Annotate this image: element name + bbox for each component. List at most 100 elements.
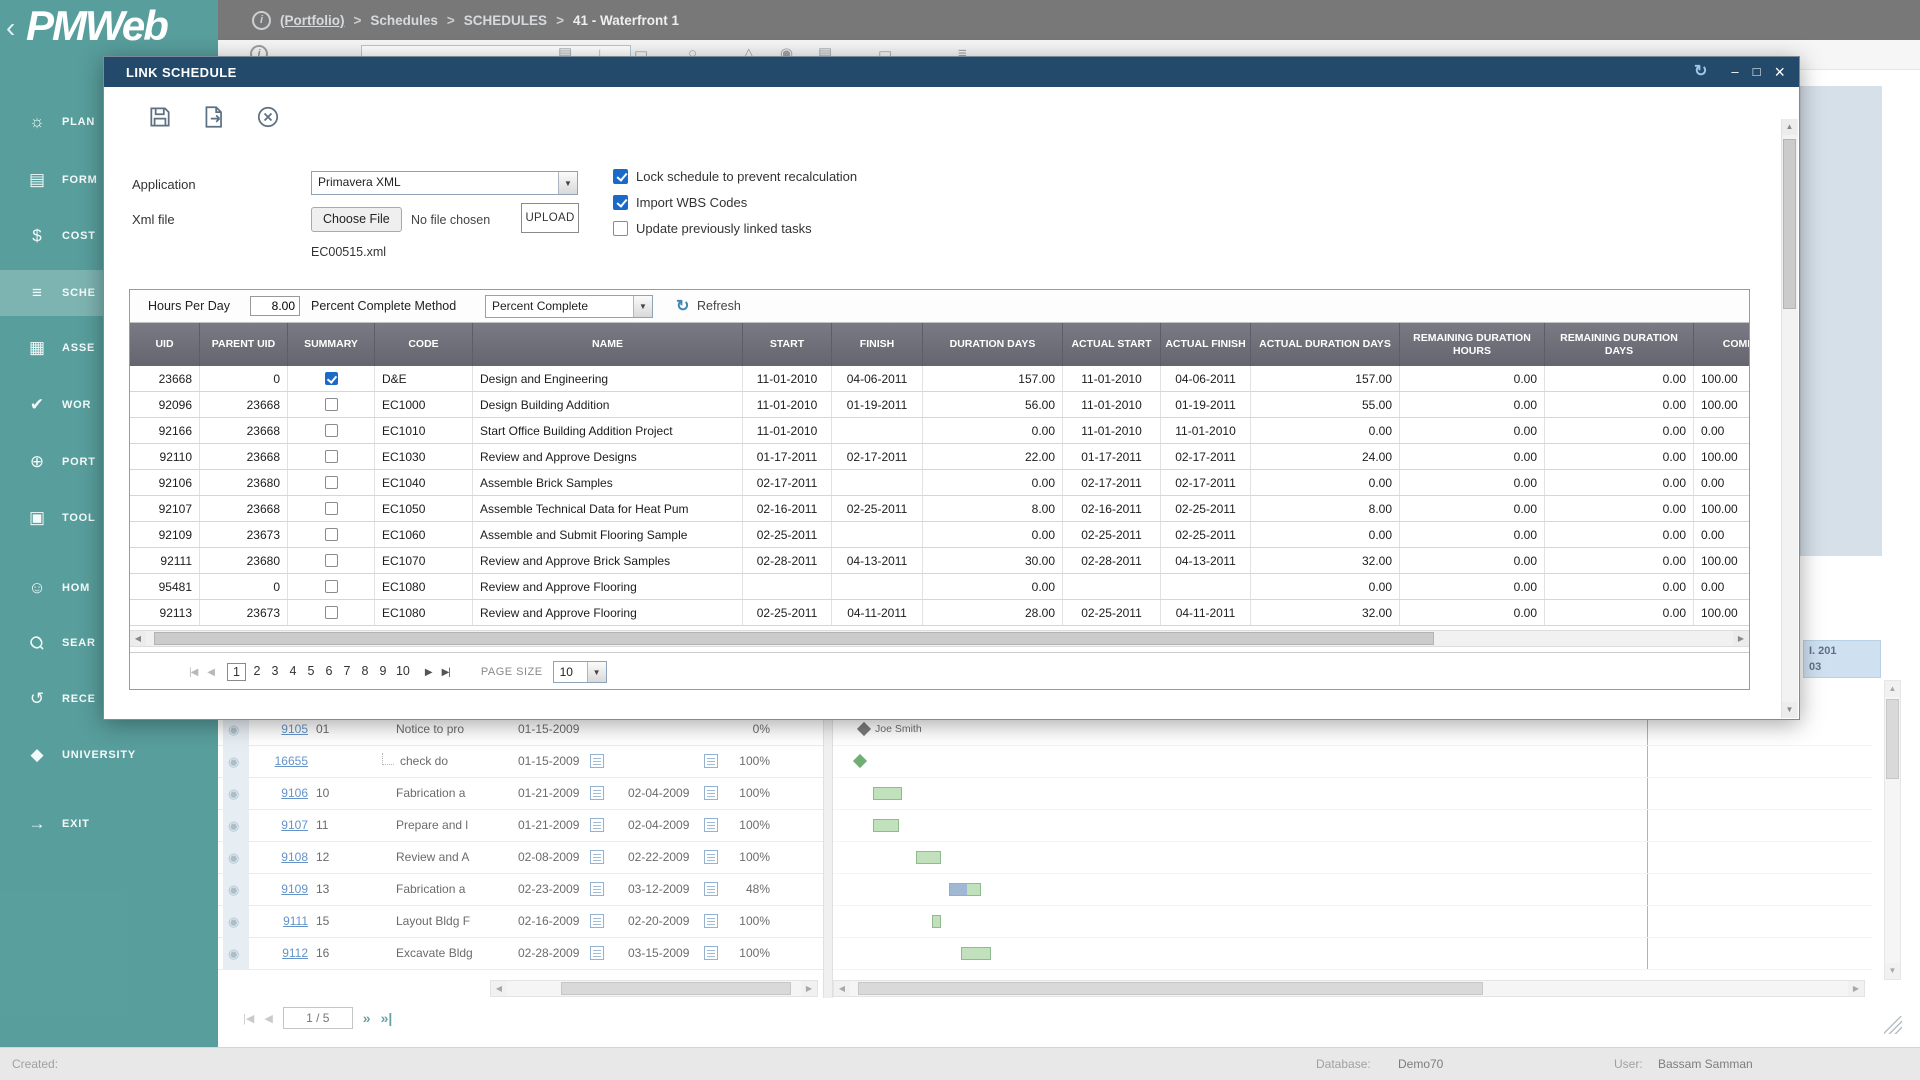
page-size-select[interactable]: 10 ▼ bbox=[553, 661, 607, 683]
application-select[interactable]: Primavera XML ▼ bbox=[311, 171, 578, 195]
page-button-3[interactable]: 3 bbox=[268, 663, 282, 681]
scrollbar-thumb[interactable] bbox=[1783, 139, 1796, 309]
cell-summary bbox=[288, 444, 375, 469]
table-row[interactable]: 9216623668EC1010Start Office Building Ad… bbox=[130, 418, 1750, 444]
table-row[interactable]: 9211323673EC1080Review and Approve Floor… bbox=[130, 600, 1750, 626]
hours-per-day-input[interactable] bbox=[250, 296, 300, 316]
column-header-finish: FINISH bbox=[832, 323, 923, 366]
cell-parent: 23668 bbox=[200, 444, 288, 469]
scrollbar-thumb[interactable] bbox=[154, 632, 1434, 645]
summary-checkbox[interactable] bbox=[325, 424, 338, 437]
cell-actual_finish: 11-01-2010 bbox=[1161, 418, 1251, 443]
summary-checkbox[interactable] bbox=[325, 580, 338, 593]
column-header-rem_days: REMAINING DURATION DAYS bbox=[1545, 323, 1694, 366]
summary-checkbox[interactable] bbox=[325, 398, 338, 411]
page-button-2[interactable]: 2 bbox=[250, 663, 264, 681]
sync-icon[interactable]: ↻ bbox=[1694, 65, 1707, 79]
maximize-icon[interactable]: □ bbox=[1753, 65, 1761, 79]
scroll-left-icon[interactable]: ◀ bbox=[130, 631, 146, 646]
table-row[interactable]: 9211023668EC1030Review and Approve Desig… bbox=[130, 444, 1750, 470]
prev-page-button[interactable]: ◀ bbox=[207, 667, 214, 678]
cell-finish bbox=[832, 418, 923, 443]
percent-complete-select[interactable]: Percent Complete ▼ bbox=[485, 295, 653, 318]
cell-comp: 0.00 bbox=[1694, 522, 1750, 547]
table-row[interactable]: 9209623668EC1000Design Building Addition… bbox=[130, 392, 1750, 418]
table-row[interactable]: 236680D&EDesign and Engineering11-01-201… bbox=[130, 366, 1750, 392]
minimize-icon[interactable]: – bbox=[1731, 65, 1738, 79]
cancel-button[interactable] bbox=[254, 103, 282, 131]
cell-duration: 8.00 bbox=[923, 496, 1063, 521]
cell-rem_days: 0.00 bbox=[1545, 496, 1694, 521]
cell-name: Review and Approve Designs bbox=[473, 444, 743, 469]
cell-actual_start: 02-25-2011 bbox=[1063, 600, 1161, 625]
cell-name: Review and Approve Flooring bbox=[473, 600, 743, 625]
option-row[interactable]: Import WBS Codes bbox=[613, 189, 857, 215]
chevron-down-icon[interactable]: ▼ bbox=[558, 172, 577, 194]
cell-duration: 22.00 bbox=[923, 444, 1063, 469]
refresh-icon[interactable]: ↻ bbox=[676, 296, 689, 316]
cell-summary bbox=[288, 392, 375, 417]
dialog-titlebar[interactable]: LINK SCHEDULE ↻ – □ × bbox=[104, 57, 1799, 87]
summary-checkbox[interactable] bbox=[325, 476, 338, 489]
page-button-5[interactable]: 5 bbox=[304, 663, 318, 681]
table-row[interactable]: 9210923673EC1060Assemble and Submit Floo… bbox=[130, 522, 1750, 548]
cell-finish: 01-19-2011 bbox=[832, 392, 923, 417]
cell-start: 02-28-2011 bbox=[743, 548, 832, 573]
cell-actual_start: 02-16-2011 bbox=[1063, 496, 1161, 521]
option-checkbox[interactable] bbox=[613, 221, 628, 236]
scroll-right-icon[interactable]: ▶ bbox=[1733, 631, 1749, 646]
option-checkbox[interactable] bbox=[613, 169, 628, 184]
window-controls: ↻ – □ × bbox=[1680, 65, 1785, 79]
scroll-down-icon[interactable]: ▼ bbox=[1782, 702, 1797, 718]
table-row[interactable]: 9211123680EC1070Review and Approve Brick… bbox=[130, 548, 1750, 574]
link-schedule-dialog: LINK SCHEDULE ↻ – □ × bbox=[103, 56, 1800, 720]
summary-checkbox[interactable] bbox=[325, 450, 338, 463]
summary-checkbox[interactable] bbox=[325, 372, 338, 385]
next-page-button[interactable]: ▶ bbox=[425, 667, 432, 678]
cell-name: Assemble and Submit Flooring Sample bbox=[473, 522, 743, 547]
page-button-6[interactable]: 6 bbox=[322, 663, 336, 681]
export-button[interactable] bbox=[200, 103, 228, 131]
cell-start: 02-25-2011 bbox=[743, 600, 832, 625]
refresh-label[interactable]: Refresh bbox=[697, 299, 741, 313]
option-row[interactable]: Lock schedule to prevent recalculation bbox=[613, 163, 857, 189]
save-button[interactable] bbox=[146, 103, 174, 131]
cell-parent: 23673 bbox=[200, 600, 288, 625]
close-icon[interactable]: × bbox=[1774, 65, 1785, 79]
cell-rem_days: 0.00 bbox=[1545, 470, 1694, 495]
table-row[interactable]: 9210623680EC1040Assemble Brick Samples02… bbox=[130, 470, 1750, 496]
cell-uid: 92166 bbox=[130, 418, 200, 443]
page-button-9[interactable]: 9 bbox=[376, 663, 390, 681]
last-page-button[interactable]: ▶| bbox=[442, 667, 450, 678]
page-button-4[interactable]: 4 bbox=[286, 663, 300, 681]
chevron-down-icon[interactable]: ▼ bbox=[633, 296, 652, 317]
chevron-down-icon[interactable]: ▼ bbox=[587, 662, 606, 682]
cell-summary bbox=[288, 418, 375, 443]
upload-button[interactable]: UPLOAD bbox=[521, 203, 579, 233]
column-header-name: NAME bbox=[473, 323, 743, 366]
summary-checkbox[interactable] bbox=[325, 606, 338, 619]
option-row[interactable]: Update previously linked tasks bbox=[613, 215, 857, 241]
page-button-7[interactable]: 7 bbox=[340, 663, 354, 681]
summary-checkbox[interactable] bbox=[325, 502, 338, 515]
page-button-10[interactable]: 10 bbox=[394, 663, 412, 681]
option-checkbox[interactable] bbox=[613, 195, 628, 210]
summary-checkbox[interactable] bbox=[325, 528, 338, 541]
scroll-up-icon[interactable]: ▲ bbox=[1782, 119, 1797, 135]
first-page-button[interactable]: |◀ bbox=[189, 667, 197, 678]
dialog-vscrollbar[interactable]: ▲ ▼ bbox=[1781, 119, 1798, 718]
choose-file-button[interactable]: Choose File bbox=[311, 207, 402, 232]
cell-actual_duration: 8.00 bbox=[1251, 496, 1400, 521]
cell-uid: 92109 bbox=[130, 522, 200, 547]
page-button-8[interactable]: 8 bbox=[358, 663, 372, 681]
cell-summary bbox=[288, 600, 375, 625]
table-row[interactable]: 9210723668EC1050Assemble Technical Data … bbox=[130, 496, 1750, 522]
page-button-1[interactable]: 1 bbox=[227, 663, 246, 681]
cell-parent: 23668 bbox=[200, 392, 288, 417]
cell-uid: 95481 bbox=[130, 574, 200, 599]
summary-checkbox[interactable] bbox=[325, 554, 338, 567]
table-row[interactable]: 954810EC1080Review and Approve Flooring0… bbox=[130, 574, 1750, 600]
schedule-table-header: UIDPARENT UIDSUMMARYCODENAMESTARTFINISHD… bbox=[130, 323, 1750, 366]
table-hscrollbar[interactable]: ◀ ▶ bbox=[130, 630, 1749, 647]
cell-start: 02-25-2011 bbox=[743, 522, 832, 547]
